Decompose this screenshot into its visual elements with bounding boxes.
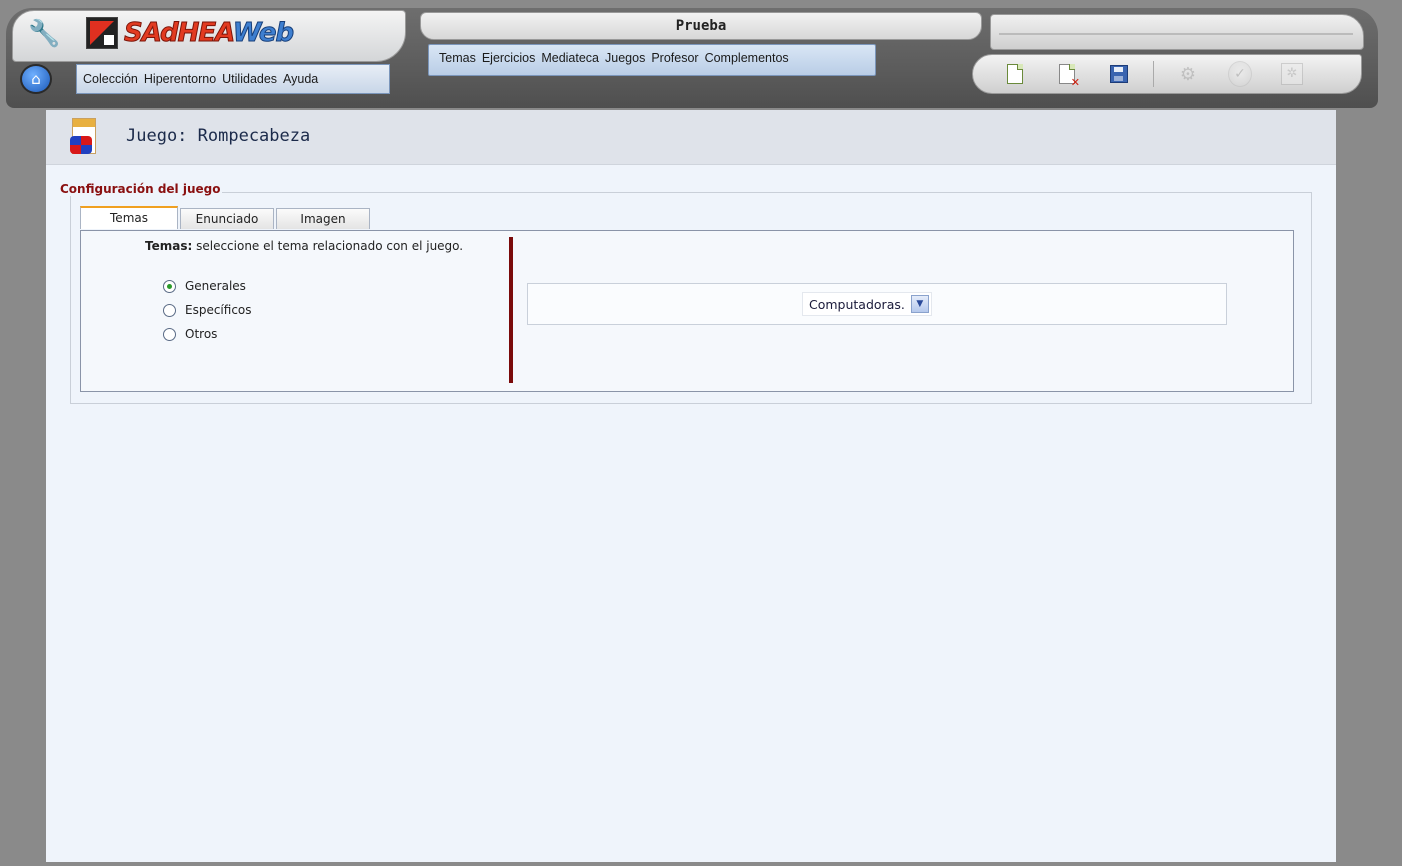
delete-document-icon[interactable] (1055, 62, 1080, 89)
instruction-label: Temas: (145, 239, 193, 253)
radio-button[interactable] (163, 327, 176, 341)
topic-select-value: Computadoras. (809, 296, 905, 312)
top-right-strip (990, 14, 1364, 50)
logo-text: SAdHEAWeb (124, 18, 295, 49)
settings-icon[interactable]: ⚙ (1176, 62, 1200, 86)
temas-instruction: Temas: seleccione el tema relacionado co… (145, 239, 463, 253)
radio-button-checked[interactable] (163, 279, 176, 293)
toolbar-separator (1153, 61, 1154, 87)
menu-item-utilidades[interactable]: Utilidades (222, 72, 277, 86)
properties-icon[interactable]: ✲ (1280, 62, 1304, 86)
logo-text-part2: Web (232, 18, 294, 49)
topic-select-box: Computadoras. ▼ (527, 283, 1227, 325)
instruction-text: seleccione el tema relacionado con el ju… (192, 239, 464, 253)
menu-item-juegos[interactable]: Juegos (605, 51, 645, 65)
topic-select[interactable]: Computadoras. ▼ (802, 292, 932, 316)
main-menu: Temas Ejercicios Mediateca Juegos Profes… (428, 44, 876, 76)
toolbar: ⚙ ✓ ✲ (972, 54, 1362, 94)
new-document-icon[interactable] (1003, 62, 1027, 86)
menu-item-ayuda[interactable]: Ayuda (283, 72, 318, 86)
radio-generales[interactable]: Generales (163, 279, 246, 293)
radio-label: Específicos (185, 303, 252, 317)
home-icon[interactable]: ⌂ (20, 64, 52, 94)
menu-item-ejercicios[interactable]: Ejercicios (482, 51, 536, 65)
menu-item-coleccion[interactable]: Colección (83, 72, 138, 86)
tab-bar: Temas Enunciado Imagen (80, 206, 372, 230)
tab-imagen[interactable]: Imagen (276, 208, 370, 229)
page-title: Juego: Rompecabeza (126, 126, 311, 146)
config-legend: Configuración del juego (58, 182, 223, 196)
radio-button[interactable] (163, 303, 176, 317)
tab-panel-temas: Temas: seleccione el tema relacionado co… (80, 230, 1294, 392)
menu-item-complementos[interactable]: Complementos (705, 51, 789, 65)
puzzle-icon (66, 116, 102, 160)
radio-especificos[interactable]: Específicos (163, 303, 252, 317)
app-title: Prueba (675, 18, 727, 34)
panel-divider (509, 237, 513, 383)
menu-item-mediateca[interactable]: Mediateca (541, 51, 599, 65)
tab-enunciado[interactable]: Enunciado (180, 208, 274, 229)
save-icon[interactable] (1107, 62, 1131, 86)
menu-item-profesor[interactable]: Profesor (651, 51, 698, 65)
wrench-icon: 🔧 (28, 19, 61, 49)
app-logo: SAdHEAWeb (86, 16, 295, 50)
logo-mark-icon (86, 17, 118, 49)
title-panel: Prueba (420, 12, 982, 40)
chevron-down-icon[interactable]: ▼ (910, 295, 929, 313)
content-area: Juego: Rompecabeza Configuración del jue… (46, 110, 1336, 862)
logo-text-part1: SAdHEA (124, 18, 235, 49)
page-header: Juego: Rompecabeza (46, 110, 1336, 165)
accept-icon[interactable]: ✓ (1228, 61, 1252, 87)
tab-temas[interactable]: Temas (80, 206, 178, 229)
menu-item-hiperentorno[interactable]: Hiperentorno (144, 72, 216, 86)
left-menu: Colección Hiperentorno Utilidades Ayuda (76, 64, 390, 94)
radio-label: Otros (185, 327, 218, 341)
radio-otros[interactable]: Otros (163, 327, 217, 341)
menu-item-temas[interactable]: Temas (439, 51, 476, 65)
radio-label: Generales (185, 279, 246, 293)
